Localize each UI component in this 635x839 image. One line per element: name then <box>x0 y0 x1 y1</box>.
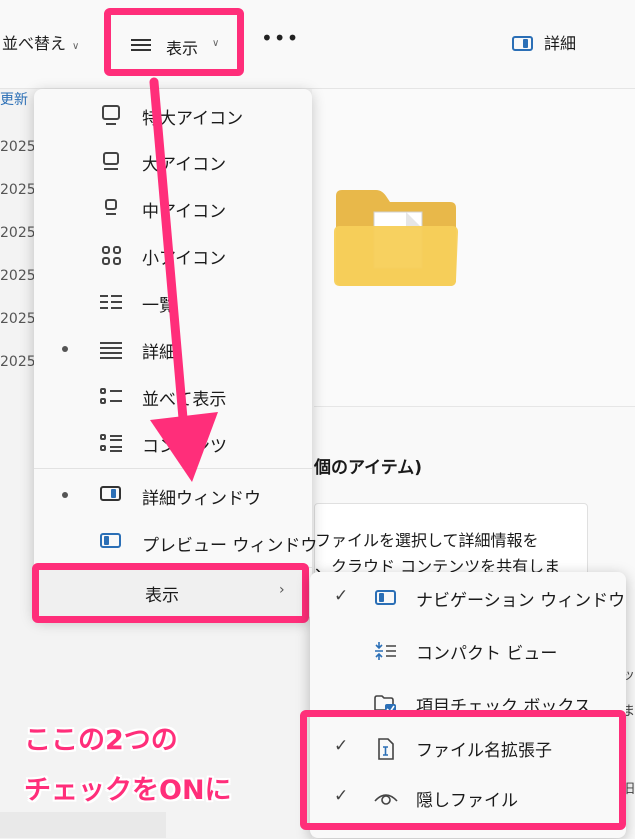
large-icons-icon <box>100 151 122 171</box>
more-options-button[interactable]: ••• <box>261 26 299 50</box>
small-icons-icon <box>100 245 122 265</box>
menu-item-list[interactable]: 一覧 <box>34 282 312 322</box>
submenu-item-compact-view[interactable]: コンパクト ビュー <box>310 631 626 671</box>
view-dropdown-menu: 特大アイコン 大アイコン 中アイコン 小アイコン 一覧 詳細 並べて表示 コンテ… <box>34 89 317 619</box>
details-icon <box>100 339 122 359</box>
file-date: 2025 <box>0 225 36 241</box>
chevron-down-icon: ∨ <box>212 38 220 49</box>
sort-label: 並べ替え <box>2 34 67 53</box>
menu-item-label: 一覧 <box>142 296 176 316</box>
menu-item-label: プレビュー ウィンドウ <box>142 536 318 556</box>
items-count-title: 個のアイテム) <box>314 458 423 478</box>
view-label: 表示 <box>166 39 199 58</box>
menu-item-preview-pane[interactable]: プレビュー ウィンドウ <box>34 522 317 562</box>
file-date: 2025 <box>0 182 36 198</box>
details-pane-icon <box>512 36 533 51</box>
navigation-pane-icon <box>374 588 398 608</box>
selected-bullet-icon <box>62 346 68 352</box>
menu-item-large-icons[interactable]: 大アイコン <box>34 141 312 181</box>
check-icon: ✓ <box>334 586 349 606</box>
file-date: 2025 <box>0 354 36 370</box>
menu-item-medium-icons[interactable]: 中アイコン <box>34 188 312 228</box>
status-bar <box>0 812 166 838</box>
submenu-item-label: コンパクト ビュー <box>416 644 558 664</box>
file-date: 2025 <box>0 268 36 284</box>
menu-item-label: 詳細 <box>142 343 176 363</box>
annotation-line: ここの2つの <box>24 725 178 756</box>
folder-icon <box>334 190 458 286</box>
view-lines-icon <box>131 39 151 51</box>
chevron-down-icon: ∨ <box>72 41 80 52</box>
extra-large-icons-icon <box>100 105 122 125</box>
menu-divider <box>34 468 312 469</box>
selected-bullet-icon <box>62 492 68 498</box>
menu-item-show[interactable]: 表示 › <box>32 563 309 623</box>
medium-icons-icon <box>100 198 122 218</box>
menu-item-small-icons[interactable]: 小アイコン <box>34 235 312 275</box>
menu-item-label: 中アイコン <box>142 202 227 222</box>
menu-item-label: 小アイコン <box>142 249 227 269</box>
details-label: 詳細 <box>544 34 577 53</box>
annotation-line: チェックをONに <box>24 775 232 806</box>
menu-item-label: 並べて表示 <box>142 390 227 410</box>
menu-item-label: 詳細ウィンドウ <box>142 489 261 509</box>
show-label: 表示 <box>145 586 179 606</box>
submenu-item-label: ナビゲーション ウィンドウ <box>416 591 626 611</box>
details-pane-icon <box>100 485 122 505</box>
tiles-icon <box>100 386 122 406</box>
menu-item-content[interactable]: コンテンツ <box>34 423 312 463</box>
file-date: 2025 <box>0 311 36 327</box>
preview-pane-icon <box>100 532 122 552</box>
submenu-item-navigation-pane[interactable]: ✓ ナビゲーション ウィンドウ <box>310 578 626 618</box>
list-icon <box>100 292 122 312</box>
modified-column-header[interactable]: 更新 <box>0 89 28 109</box>
chevron-right-icon: › <box>279 582 285 598</box>
menu-item-details-pane[interactable]: 詳細ウィンドウ <box>34 475 312 515</box>
menu-item-extra-large-icons[interactable]: 特大アイコン <box>34 95 312 135</box>
menu-item-label: 特大アイコン <box>142 109 244 129</box>
menu-item-label: コンテンツ <box>142 437 227 457</box>
info-text-line: ファイルを選択して詳細情報を <box>315 531 539 550</box>
content-icon <box>100 433 122 453</box>
menu-item-tiles[interactable]: 並べて表示 <box>34 376 312 416</box>
menu-item-label: 大アイコン <box>142 155 227 175</box>
file-date: 2025 <box>0 139 36 155</box>
highlight-frame <box>300 710 626 830</box>
command-bar: 並べ替え ∨ 表示 ∨ ••• 詳細 <box>0 0 635 89</box>
details-button[interactable]: 詳細 <box>512 30 576 54</box>
sort-button[interactable]: 並べ替え ∨ <box>2 30 79 54</box>
view-button[interactable]: 表示 ∨ <box>104 8 244 76</box>
compact-view-icon <box>374 641 398 661</box>
menu-item-details[interactable]: 詳細 <box>34 329 312 369</box>
